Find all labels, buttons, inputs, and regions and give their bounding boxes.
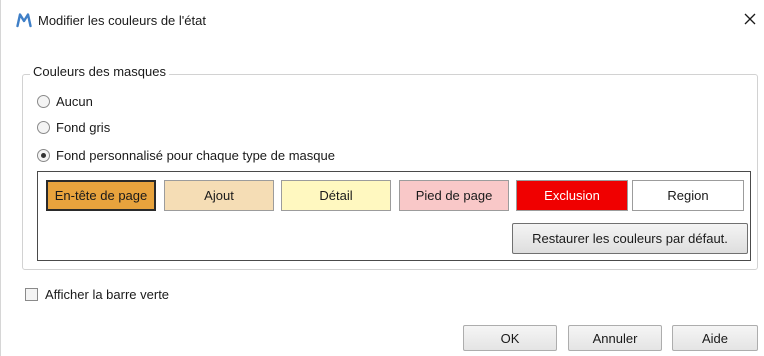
radio-grey-background[interactable]: Fond gris [37, 118, 110, 136]
radio-button[interactable] [37, 120, 50, 134]
mask-colors-group-label: Couleurs des masques [30, 64, 169, 79]
close-icon[interactable] [739, 8, 761, 30]
radio-none-label: Aucun [56, 93, 93, 109]
radio-button[interactable] [37, 94, 50, 108]
ok-button[interactable]: OK [463, 325, 557, 351]
radio-none[interactable]: Aucun [37, 92, 93, 110]
swatch-page-footer[interactable]: Pied de page [399, 180, 509, 211]
radio-button[interactable] [37, 148, 50, 162]
cancel-button[interactable]: Annuler [568, 325, 662, 351]
swatch-addition[interactable]: Ajout [164, 180, 274, 211]
help-button[interactable]: Aide [672, 325, 758, 351]
swatch-region[interactable]: Region [632, 180, 744, 211]
title-bar: Modifier les couleurs de l'état [1, 0, 764, 40]
dialog-title: Modifier les couleurs de l'état [38, 13, 206, 28]
radio-grey-background-label: Fond gris [56, 119, 111, 135]
swatch-page-header[interactable]: En-tête de page [46, 180, 156, 211]
green-bar-label: Afficher la barre verte [45, 286, 170, 302]
green-bar-checkbox[interactable] [25, 287, 38, 301]
swatch-exclusion[interactable]: Exclusion [516, 180, 628, 211]
radio-custom-background-label: Fond personnalisé pour chaque type de ma… [56, 147, 335, 163]
restore-defaults-button[interactable]: Restaurer les couleurs par défaut. [512, 223, 748, 254]
swatch-detail[interactable]: Détail [281, 180, 391, 211]
radio-custom-background[interactable]: Fond personnalisé pour chaque type de ma… [37, 146, 335, 164]
m-logo-icon [16, 12, 32, 28]
dialog-window: Modifier les couleurs de l'état Couleurs… [0, 0, 764, 356]
green-bar-option[interactable]: Afficher la barre verte [25, 285, 169, 303]
